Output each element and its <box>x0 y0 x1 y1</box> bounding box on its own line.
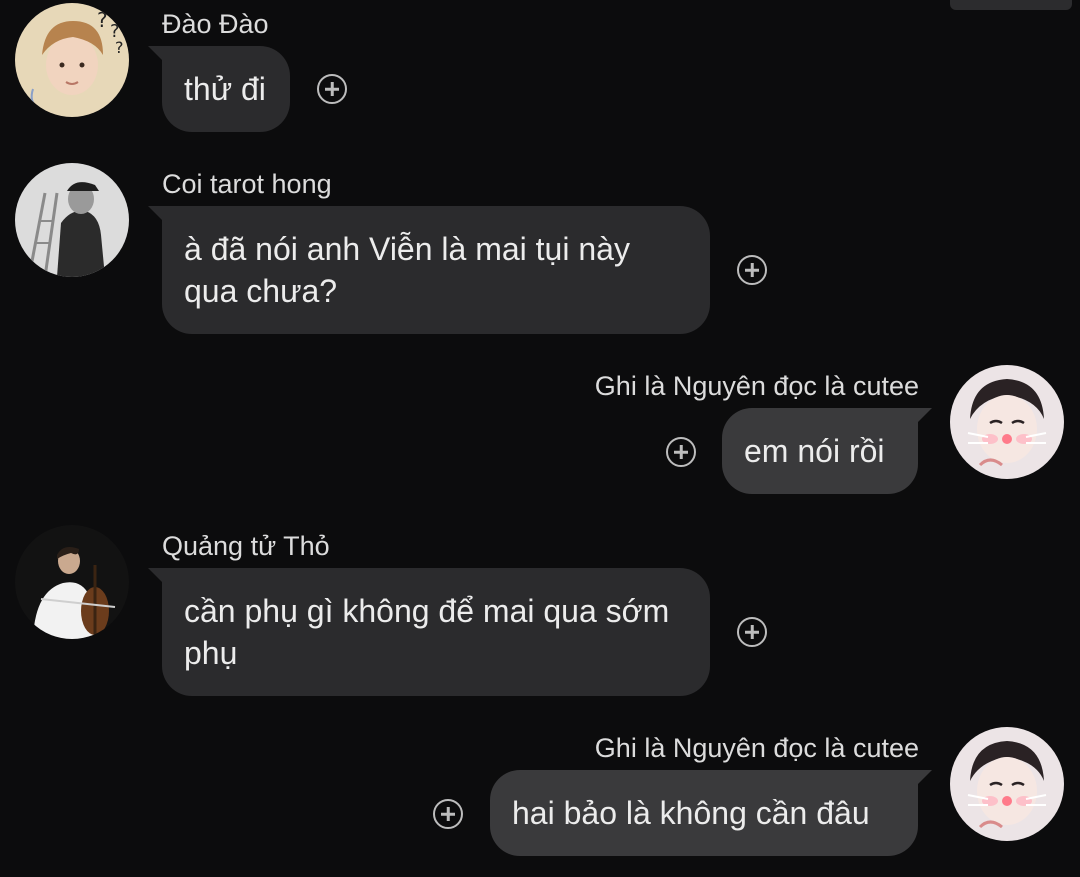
avatar-boy-question-marks-image: ? ? ? <box>15 3 129 117</box>
message-bubble[interactable]: em nói rồi <box>722 408 932 494</box>
avatar[interactable] <box>15 163 129 277</box>
svg-text:?: ? <box>97 8 108 32</box>
top-bar-fragment <box>950 0 1072 10</box>
sender-name: Quảng tử Thỏ <box>162 531 330 561</box>
avatar[interactable]: ? ? ? <box>15 3 129 117</box>
add-reaction-icon[interactable] <box>317 74 347 104</box>
avatar[interactable] <box>15 525 129 639</box>
avatar[interactable] <box>950 365 1064 479</box>
sender-name: Đào Đào <box>162 9 269 39</box>
sender-name: Coi tarot hong <box>162 169 332 199</box>
add-reaction-icon[interactable] <box>666 437 696 467</box>
sender-name: Ghi là Nguyên đọc là cutee <box>594 371 919 401</box>
sender-name: Ghi là Nguyên đọc là cutee <box>594 733 919 763</box>
avatar-man-cap-grayscale-image <box>15 163 129 277</box>
svg-text:?: ? <box>115 38 124 57</box>
avatar-cellist-image <box>15 525 129 639</box>
add-reaction-icon[interactable] <box>737 255 767 285</box>
avatar[interactable] <box>950 727 1064 841</box>
message-bubble[interactable]: thử đi <box>148 46 290 132</box>
message-bubble[interactable]: cần phụ gì không để mai qua sớm phụ <box>148 568 710 696</box>
avatar-cat-filter-image <box>950 727 1064 841</box>
add-reaction-icon[interactable] <box>433 799 463 829</box>
message-bubble[interactable]: hai bảo là không cần đâu <box>490 770 932 856</box>
avatar-cat-filter-image <box>950 365 1064 479</box>
add-reaction-icon[interactable] <box>737 617 767 647</box>
message-bubble[interactable]: à đã nói anh Viễn là mai tụi này qua chư… <box>148 206 710 334</box>
